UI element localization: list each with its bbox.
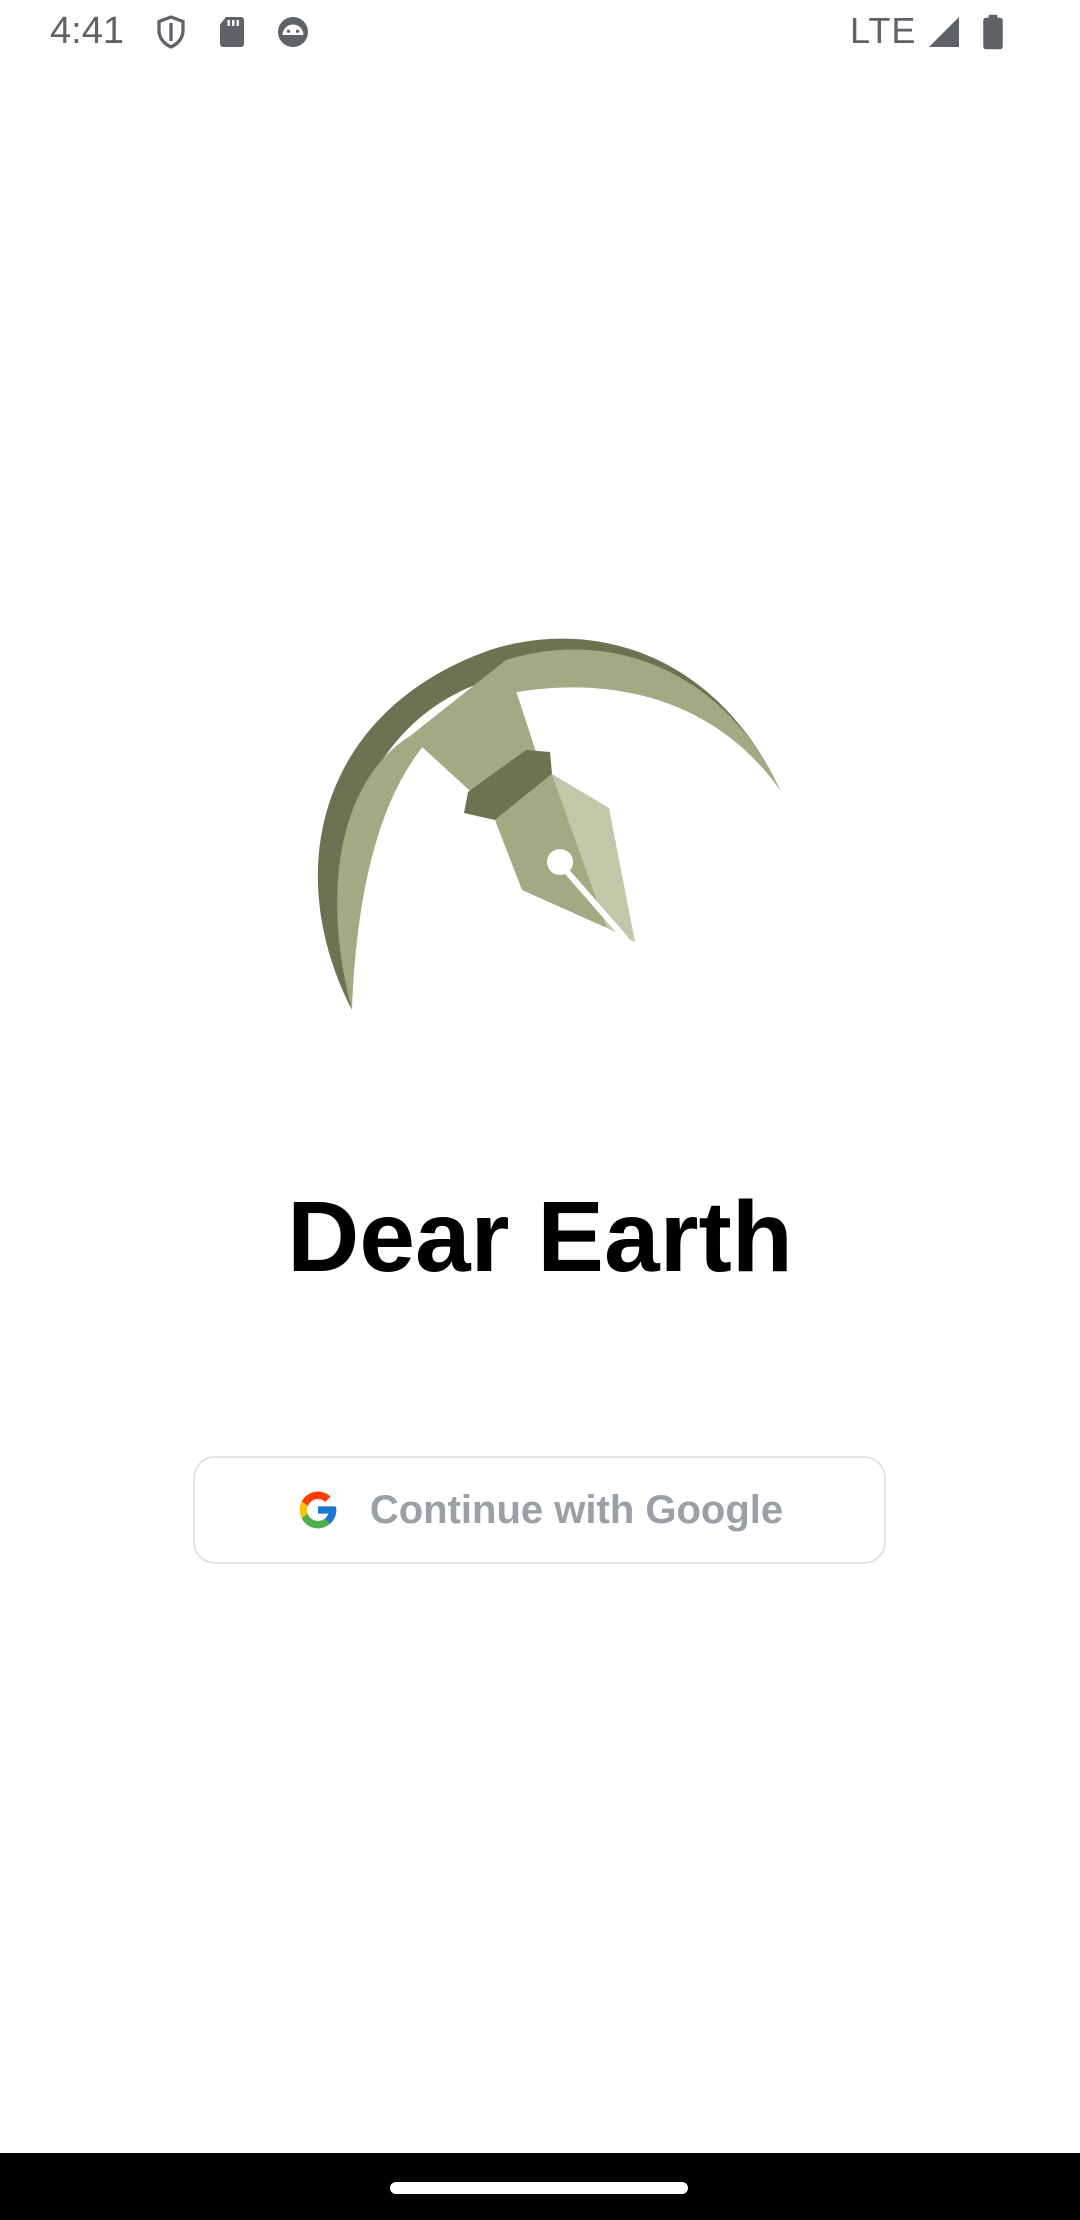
app-logo [300, 630, 790, 1030]
battery-icon [978, 14, 1008, 50]
status-time: 4:41 [50, 10, 124, 52]
android-face-icon [275, 14, 311, 50]
google-button-label: Continue with Google [369, 1487, 784, 1532]
shield-icon [153, 14, 189, 50]
google-g-icon [296, 1488, 340, 1532]
continue-with-google-button[interactable]: Continue with Google [193, 1456, 886, 1564]
login-screen: 4:41 LTE Dear Earth Continue with Google [0, 0, 1080, 2220]
app-title: Dear Earth [287, 1181, 793, 1293]
signal-icon [926, 14, 962, 50]
home-gesture-handle[interactable] [390, 2182, 688, 2194]
sd-card-icon [214, 14, 250, 50]
pen-nib-earth-logo [317, 638, 780, 1010]
network-type: LTE [850, 10, 917, 51]
status-bar: 4:41 LTE [0, 0, 1080, 64]
